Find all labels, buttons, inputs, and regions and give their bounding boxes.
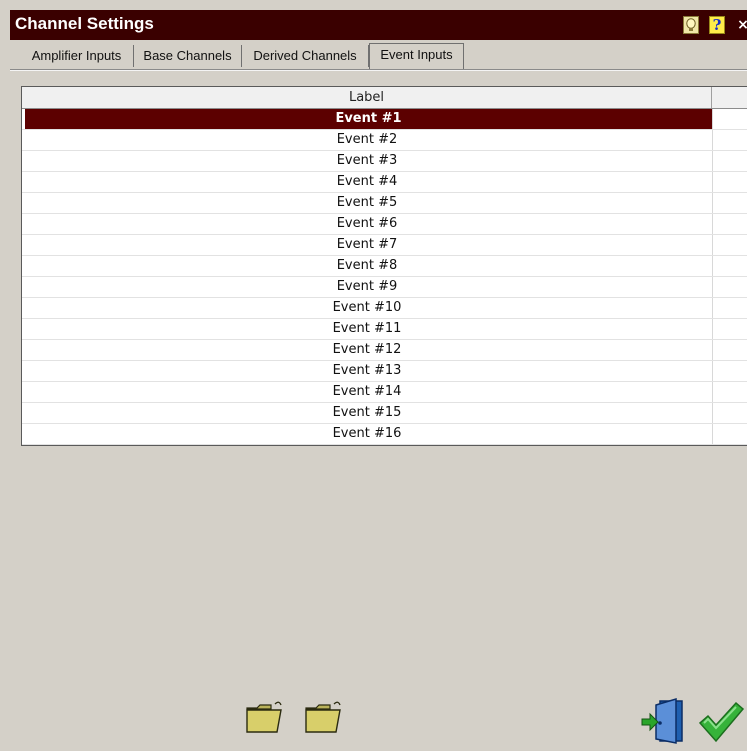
table-row[interactable]: Event #3 xyxy=(22,151,747,172)
event-extra-cell[interactable] xyxy=(712,298,747,318)
tab-divider-highlight xyxy=(10,70,747,71)
event-label-cell[interactable]: Event #14 xyxy=(22,382,712,402)
tab-amplifier-inputs[interactable]: Amplifier Inputs xyxy=(20,45,134,67)
event-label-cell[interactable]: Event #16 xyxy=(22,424,712,444)
exit-door-icon[interactable] xyxy=(640,697,688,745)
save-folder-icon[interactable] xyxy=(304,700,342,734)
event-extra-cell[interactable] xyxy=(712,109,747,129)
event-extra-cell[interactable] xyxy=(712,424,747,444)
table-row[interactable]: Event #1 xyxy=(22,109,747,130)
event-extra-cell[interactable] xyxy=(712,340,747,360)
event-extra-cell[interactable] xyxy=(712,193,747,213)
event-label-cell[interactable]: Event #9 xyxy=(22,277,712,297)
tab-derived-channels[interactable]: Derived Channels xyxy=(242,45,369,67)
event-label-cell[interactable]: Event #15 xyxy=(22,403,712,423)
help-icon[interactable]: ? xyxy=(709,16,725,34)
open-folder-icon[interactable] xyxy=(245,700,283,734)
close-icon[interactable]: × xyxy=(737,16,747,34)
table-row[interactable]: Event #15 xyxy=(22,403,747,424)
event-inputs-grid[interactable]: Label Event #1 Event #2 Event #3 Event #4 Ev… xyxy=(21,86,747,446)
table-row[interactable]: Event #9 xyxy=(22,277,747,298)
column-header-label[interactable]: Label xyxy=(22,87,712,108)
event-label-cell[interactable]: Event #13 xyxy=(22,361,712,381)
event-extra-cell[interactable] xyxy=(712,403,747,423)
event-extra-cell[interactable] xyxy=(712,151,747,171)
event-label-cell[interactable]: Event #3 xyxy=(22,151,712,171)
event-extra-cell[interactable] xyxy=(712,277,747,297)
table-row[interactable]: Event #4 xyxy=(22,172,747,193)
event-label-cell[interactable]: Event #11 xyxy=(22,319,712,339)
event-extra-cell[interactable] xyxy=(712,172,747,192)
event-extra-cell[interactable] xyxy=(712,130,747,150)
table-row[interactable]: Event #10 xyxy=(22,298,747,319)
tab-base-channels[interactable]: Base Channels xyxy=(134,45,242,67)
table-row[interactable]: Event #8 xyxy=(22,256,747,277)
checkmark-icon[interactable] xyxy=(698,701,745,743)
event-extra-cell[interactable] xyxy=(712,214,747,234)
event-label-cell[interactable]: Event #8 xyxy=(22,256,712,276)
event-label-cell[interactable]: Event #2 xyxy=(22,130,712,150)
event-label-cell[interactable]: Event #12 xyxy=(22,340,712,360)
window-title: Channel Settings xyxy=(15,14,154,33)
lightbulb-hint-icon[interactable] xyxy=(683,16,699,34)
table-row[interactable]: Event #6 xyxy=(22,214,747,235)
table-row[interactable]: Event #5 xyxy=(22,193,747,214)
event-label-cell[interactable]: Event #6 xyxy=(22,214,712,234)
table-row[interactable]: Event #2 xyxy=(22,130,747,151)
event-extra-cell[interactable] xyxy=(712,319,747,339)
title-bar: Channel Settings ? × xyxy=(10,10,747,40)
event-label-cell[interactable]: Event #5 xyxy=(22,193,712,213)
event-label-cell[interactable]: Event #10 xyxy=(22,298,712,318)
event-extra-cell[interactable] xyxy=(712,361,747,381)
table-row[interactable]: Event #16 xyxy=(22,424,747,445)
event-extra-cell[interactable] xyxy=(712,235,747,255)
tab-event-inputs[interactable]: Event Inputs xyxy=(369,43,464,69)
event-label-cell[interactable]: Event #7 xyxy=(22,235,712,255)
grid-header: Label xyxy=(22,87,747,109)
table-row[interactable]: Event #11 xyxy=(22,319,747,340)
table-row[interactable]: Event #13 xyxy=(22,361,747,382)
event-label-cell[interactable]: Event #4 xyxy=(22,172,712,192)
table-row[interactable]: Event #7 xyxy=(22,235,747,256)
table-row[interactable]: Event #14 xyxy=(22,382,747,403)
event-label-cell[interactable]: Event #1 xyxy=(25,109,712,129)
event-extra-cell[interactable] xyxy=(712,382,747,402)
table-row[interactable]: Event #12 xyxy=(22,340,747,361)
event-extra-cell[interactable] xyxy=(712,256,747,276)
